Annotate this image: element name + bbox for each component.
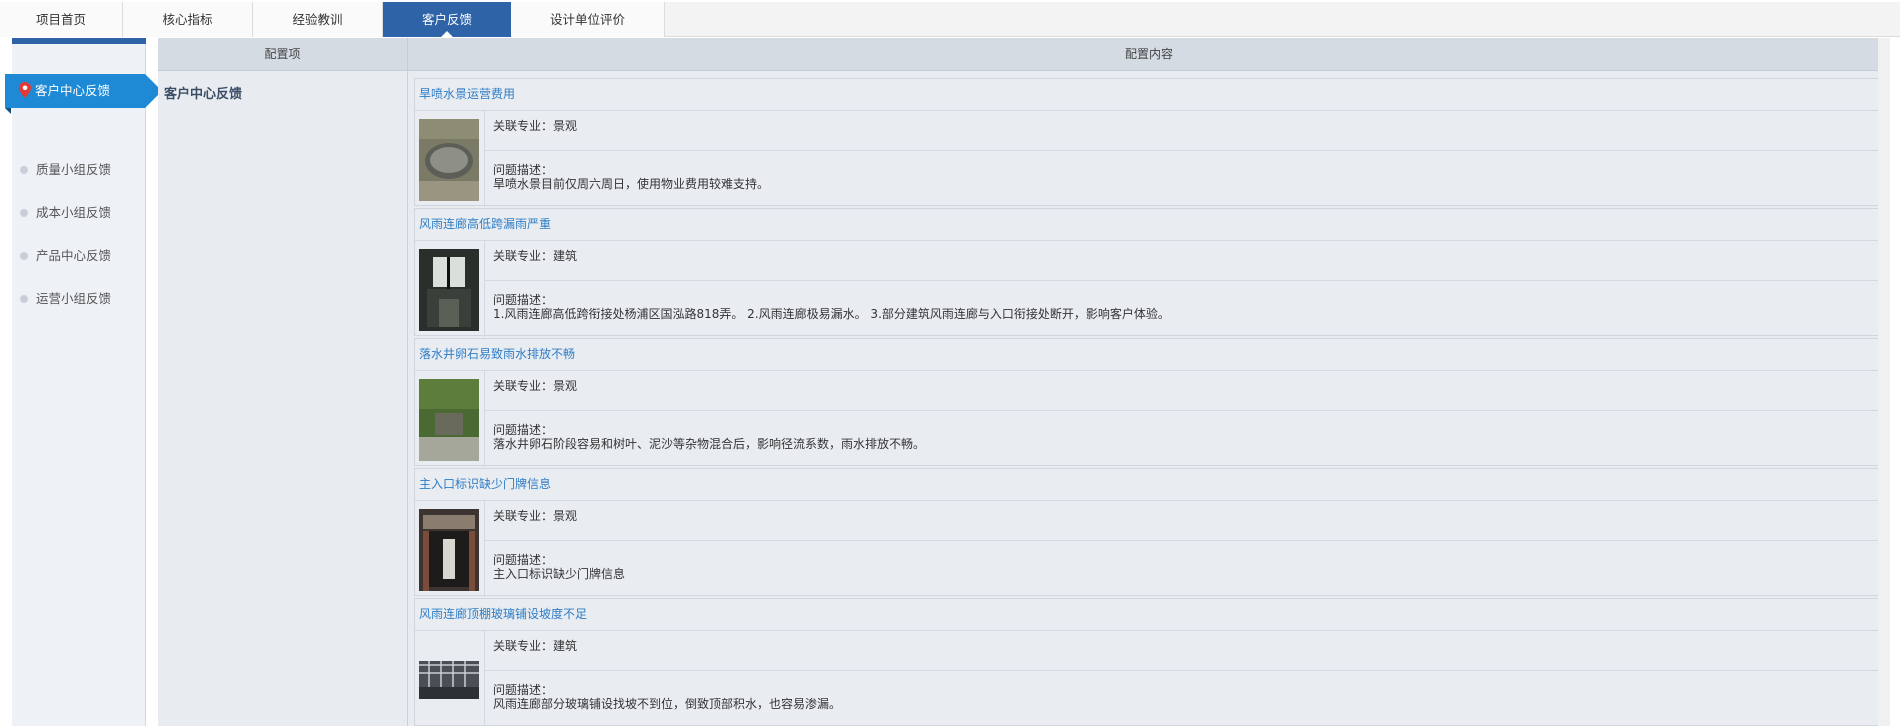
sidebar-item-label: 运营小组反馈 bbox=[36, 291, 112, 306]
specialty-text: 关联专业：景观 bbox=[493, 509, 578, 523]
specialty-text: 关联专业：景观 bbox=[493, 119, 578, 133]
description-text: 落水井卵石阶段容易和树叶、泥沙等杂物混合后，影响径流系数，雨水排放不畅。 bbox=[493, 437, 926, 451]
bullet-icon bbox=[20, 295, 28, 303]
description-row: 问题描述： 落水井卵石阶段容易和树叶、泥沙等杂物混合后，影响径流系数，雨水排放不… bbox=[485, 411, 1879, 467]
issue-card: 风雨连廊高低跨漏雨严重 关联专业：建筑 问题描述： 1.风雨连廊高低跨衔接处杨浦… bbox=[414, 208, 1880, 337]
issue-photo-cell bbox=[415, 111, 485, 207]
section-title: 客户中心反馈 bbox=[164, 87, 243, 102]
sidebar-item-label: 成本小组反馈 bbox=[36, 205, 112, 220]
issue-card: 主入口标识缺少门牌信息 关联专业：景观 问题描述： 主入口标识缺少门牌信息 bbox=[414, 468, 1880, 597]
sidebar-item-quality[interactable]: 质量小组反馈 bbox=[12, 152, 146, 188]
issue-photo-cell bbox=[415, 631, 485, 726]
description-row: 问题描述： 旱喷水景目前仅周六周日，使用物业费用较难支持。 bbox=[485, 151, 1879, 207]
tab-label: 经验教训 bbox=[292, 12, 343, 27]
tab-project-home[interactable]: 项目首页 bbox=[0, 2, 123, 37]
location-pin-icon bbox=[19, 82, 31, 98]
tab-customer-feedback[interactable]: 客户反馈 bbox=[383, 2, 511, 37]
issue-card: 风雨连廊顶棚玻璃铺设坡度不足 关联专业：建筑 问题描述： 风雨连廊部分玻璃铺设找… bbox=[414, 598, 1880, 726]
issue-photo-cell bbox=[415, 241, 485, 337]
bullet-icon bbox=[20, 209, 28, 217]
issue-title-link[interactable]: 旱喷水景运营费用 bbox=[415, 79, 1879, 111]
specialty-text: 关联专业：建筑 bbox=[493, 249, 578, 263]
tab-label: 客户反馈 bbox=[421, 12, 472, 27]
specialty-row: 关联专业：建筑 bbox=[485, 241, 1879, 281]
config-content-cell: 旱喷水景运营费用 关联专业：景观 问题描述： 旱喷水景目前仅周六周日，使用物业费… bbox=[408, 71, 1890, 726]
sidebar-item-customer-center[interactable]: 客户中心反馈 bbox=[5, 74, 162, 114]
specialty-row: 关联专业：建筑 bbox=[485, 631, 1879, 671]
sidebar: 质量小组反馈 成本小组反馈 产品中心反馈 运营小组反馈 bbox=[12, 38, 146, 726]
tab-core-metrics[interactable]: 核心指标 bbox=[123, 2, 253, 37]
issue-card: 旱喷水景运营费用 关联专业：景观 问题描述： 旱喷水景目前仅周六周日，使用物业费… bbox=[414, 78, 1880, 207]
sidebar-item-label: 产品中心反馈 bbox=[36, 248, 112, 263]
issue-photo[interactable] bbox=[419, 249, 479, 331]
config-item-cell: 客户中心反馈 bbox=[158, 71, 408, 726]
specialty-row: 关联专业：景观 bbox=[485, 501, 1879, 541]
top-nav-bar: 项目首页 核心指标 经验教训 客户反馈 设计单位评价 bbox=[0, 2, 1900, 37]
tab-design-unit-evaluation[interactable]: 设计单位评价 bbox=[511, 2, 665, 37]
description-row: 问题描述： 主入口标识缺少门牌信息 bbox=[485, 541, 1879, 597]
description-text: 1.风雨连廊高低跨衔接处杨浦区国泓路818弄。 2.风雨连廊极易漏水。 3.部分… bbox=[493, 307, 1170, 321]
issue-card: 落水井卵石易致雨水排放不畅 关联专业：景观 问题描述： 落水井卵石阶段容易和树叶… bbox=[414, 338, 1880, 467]
description-row: 问题描述： 1.风雨连廊高低跨衔接处杨浦区国泓路818弄。 2.风雨连廊极易漏水… bbox=[485, 281, 1879, 337]
sidebar-item-operations[interactable]: 运营小组反馈 bbox=[12, 281, 146, 317]
tab-lessons[interactable]: 经验教训 bbox=[253, 2, 383, 37]
bullet-icon bbox=[20, 166, 28, 174]
scrollbar[interactable] bbox=[1878, 38, 1890, 726]
sidebar-item-label: 客户中心反馈 bbox=[35, 83, 111, 98]
description-text: 风雨连廊部分玻璃铺设找坡不到位，倒致顶部积水，也容易渗漏。 bbox=[493, 697, 842, 711]
config-table: 配置项 配置内容 客户中心反馈 旱喷水景运营费用 关联专业：景观 问题描述： 旱… bbox=[158, 38, 1890, 726]
sidebar-item-cost[interactable]: 成本小组反馈 bbox=[12, 195, 146, 231]
active-tab-caret-icon bbox=[441, 31, 453, 37]
tab-label: 项目首页 bbox=[35, 12, 86, 27]
tab-list: 项目首页 核心指标 经验教训 客户反馈 设计单位评价 bbox=[0, 2, 665, 37]
issue-photo-cell bbox=[415, 501, 485, 597]
sidebar-item-label: 质量小组反馈 bbox=[36, 162, 112, 177]
sidebar-item-product[interactable]: 产品中心反馈 bbox=[12, 238, 146, 274]
description-text: 主入口标识缺少门牌信息 bbox=[493, 567, 626, 581]
issue-photo-cell bbox=[415, 371, 485, 467]
table-header: 配置项 配置内容 bbox=[158, 38, 1890, 71]
tab-label: 核心指标 bbox=[162, 12, 213, 27]
issue-photo[interactable] bbox=[419, 639, 479, 721]
description-row: 问题描述： 风雨连廊部分玻璃铺设找坡不到位，倒致顶部积水，也容易渗漏。 bbox=[485, 671, 1879, 726]
description-text: 旱喷水景目前仅周六周日，使用物业费用较难支持。 bbox=[493, 177, 770, 191]
sidebar-accent-bar bbox=[12, 38, 146, 44]
specialty-row: 关联专业：景观 bbox=[485, 371, 1879, 411]
issue-photo[interactable] bbox=[419, 379, 479, 461]
specialty-text: 关联专业：景观 bbox=[493, 379, 578, 393]
issue-photo[interactable] bbox=[419, 509, 479, 591]
column-header-config-content: 配置内容 bbox=[1124, 47, 1173, 61]
ribbon-fold bbox=[5, 108, 11, 114]
bullet-icon bbox=[20, 252, 28, 260]
issue-title-link[interactable]: 风雨连廊高低跨漏雨严重 bbox=[415, 209, 1879, 241]
specialty-text: 关联专业：建筑 bbox=[493, 639, 578, 653]
issue-title-link[interactable]: 主入口标识缺少门牌信息 bbox=[415, 469, 1879, 501]
specialty-row: 关联专业：景观 bbox=[485, 111, 1879, 151]
issue-title-link[interactable]: 风雨连廊顶棚玻璃铺设坡度不足 bbox=[415, 599, 1879, 631]
issue-title-link[interactable]: 落水井卵石易致雨水排放不畅 bbox=[415, 339, 1879, 371]
issue-photo[interactable] bbox=[419, 119, 479, 201]
tab-label: 设计单位评价 bbox=[549, 12, 625, 27]
column-header-config-item: 配置项 bbox=[158, 38, 408, 71]
